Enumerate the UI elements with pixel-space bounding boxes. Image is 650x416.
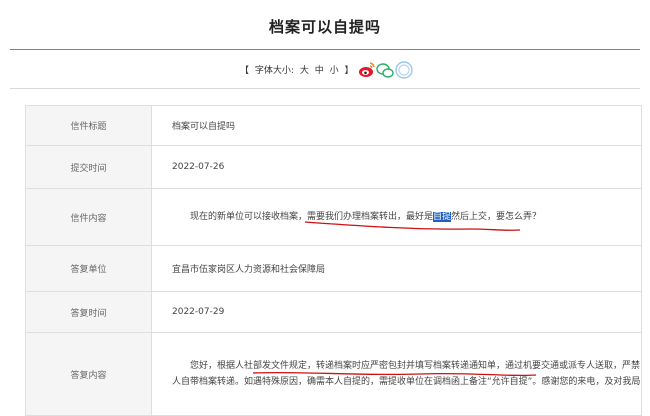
reply-content-value: 您好，根据人社部发文件规定，转递档案时应严密包封并填写档案转递通知单，通过机要交…: [151, 332, 642, 416]
bracket-close: 】: [344, 66, 354, 76]
row-label: 信件标题: [25, 105, 152, 146]
row-label: 答复时间: [25, 291, 152, 333]
page-title: 档案可以自提吗: [268, 18, 381, 36]
reply-content-line1: 您好，根据人社部发文件规定，转递档案时应严密包封并填写档案转递通知单，通过机要交…: [190, 361, 640, 371]
table-row: 信件内容 现在的新单位可以接收档案，需要我们办理档案转出，最好是自提然后上交，要…: [25, 188, 642, 246]
font-toolbar: 【 字体大小: 大 中 小 】: [0, 60, 650, 80]
font-size-medium[interactable]: 中: [315, 66, 324, 76]
row-label: 提交时间: [25, 145, 152, 189]
letter-detail-table: 信件标题 档案可以自提吗 提交时间 2022-07-26 信件内容 现在的新单位…: [25, 105, 642, 416]
letter-content-text-b: 然后上交，要怎么弄？: [451, 212, 542, 222]
table-row: 答复时间 2022-07-29: [25, 291, 642, 333]
wechat-icon[interactable]: [376, 63, 394, 78]
weibo-icon[interactable]: [359, 62, 375, 77]
table-row: 提交时间 2022-07-26: [25, 145, 642, 189]
letter-title-value: 档案可以自提吗: [151, 105, 642, 146]
selected-text-highlight: 自提: [433, 212, 452, 222]
row-label: 答复单位: [25, 245, 152, 292]
letter-content-paragraph: 现在的新单位可以接收档案，需要我们办理档案转出，最好是自提然后上交，要怎么弄？: [172, 209, 640, 225]
reply-time-value: 2022-07-29: [151, 291, 642, 333]
share-icons: [357, 60, 415, 80]
qq-icon[interactable]: [395, 61, 413, 79]
toolbar-divider: [10, 88, 640, 89]
table-row: 答复单位 宜昌市伍家岗区人力资源和社会保障局: [25, 245, 642, 292]
font-size-large[interactable]: 大: [300, 66, 309, 76]
letter-content-value: 现在的新单位可以接收档案，需要我们办理档案转出，最好是自提然后上交，要怎么弄？: [151, 188, 642, 246]
font-size-label: 字体大小:: [254, 66, 294, 76]
reply-content-line2: 人自带档案转递。如遇特殊原因，确需本人自提的，需提收单位在调档函上备注“允许自提…: [172, 377, 640, 387]
bracket-open: 【: [240, 66, 250, 76]
submit-time-value: 2022-07-26: [151, 145, 642, 189]
reply-unit-value: 宜昌市伍家岗区人力资源和社会保障局: [151, 245, 642, 292]
table-row: 信件标题 档案可以自提吗: [25, 105, 642, 146]
row-label: 信件内容: [25, 188, 152, 246]
letter-content-text-a: 现在的新单位可以接收档案，需要我们办理档案转出，最好是: [190, 212, 434, 222]
font-size-small[interactable]: 小: [330, 66, 339, 76]
title-divider: [10, 49, 640, 50]
table-row: 答复内容 您好，根据人社部发文件规定，转递档案时应严密包封并填写档案转递通知单，…: [25, 332, 642, 416]
font-size-control: 【 字体大小: 大 中 小 】: [240, 63, 357, 76]
row-label: 答复内容: [25, 332, 152, 416]
